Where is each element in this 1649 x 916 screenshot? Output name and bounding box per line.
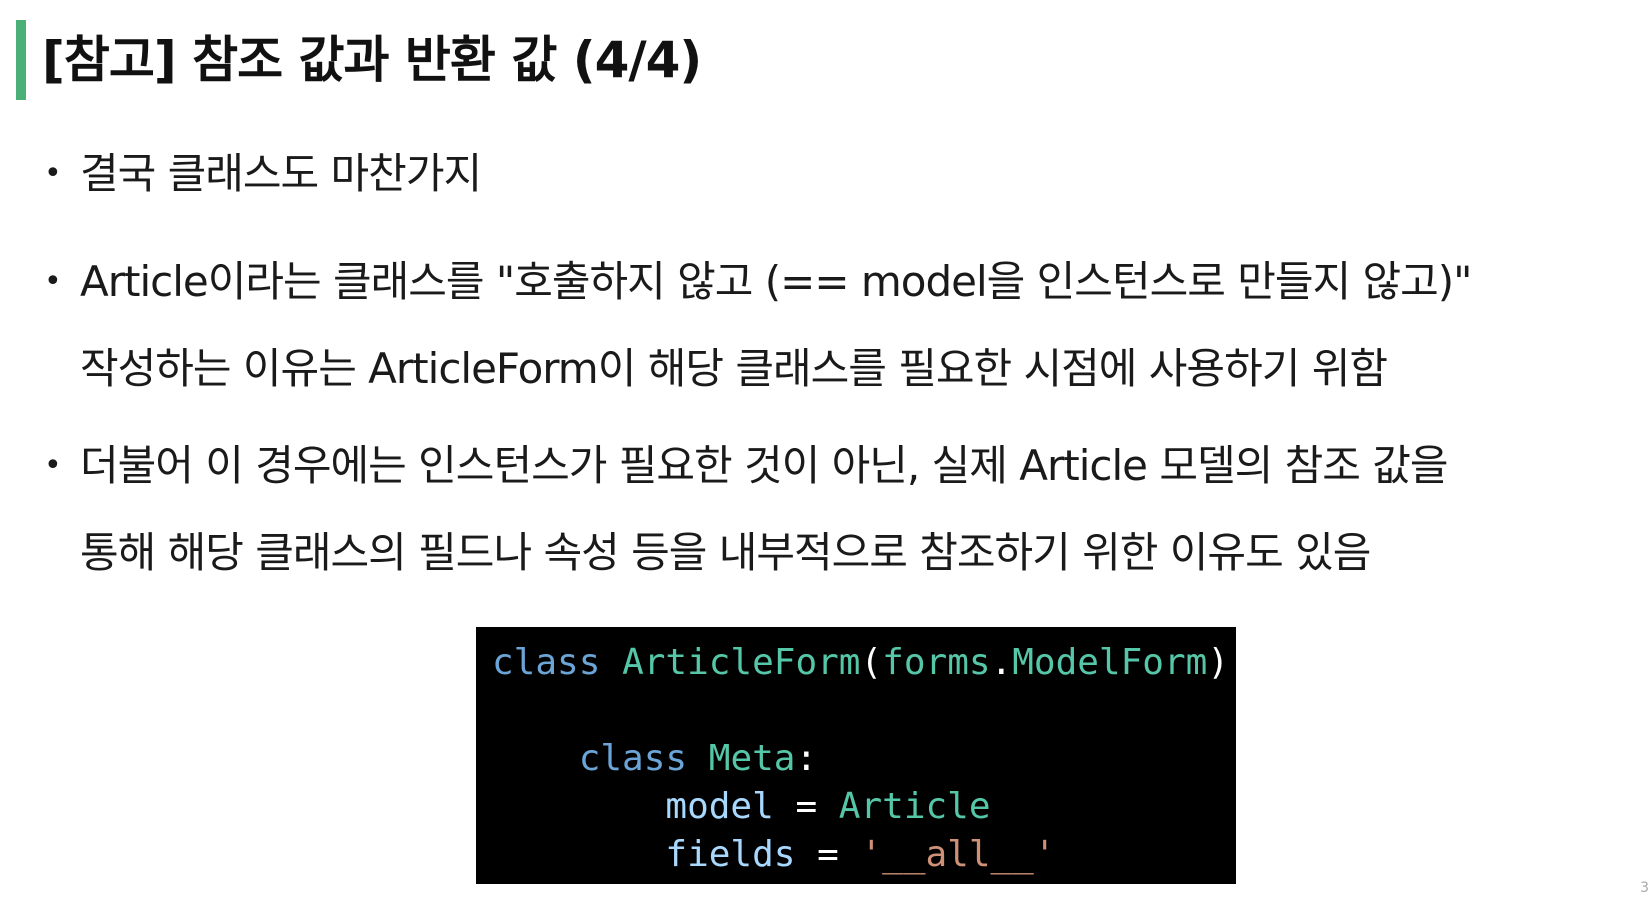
bullet-dot-icon: •: [44, 264, 62, 299]
code-value: Article: [838, 786, 991, 827]
bullet-text: Article이라는 클래스를 "호출하지 않고 (== model을 인스턴스…: [80, 257, 1472, 306]
code-line: class ArticleForm(forms.ModelForm):: [492, 639, 1251, 687]
code-operator: =: [773, 786, 839, 827]
code-keyword: class: [578, 738, 688, 779]
bullet-text: 결국 클래스도 마찬가지: [80, 149, 482, 198]
code-keyword: class: [492, 642, 601, 683]
slide-title: [참고] 참조 값과 반환 값 (4/4): [42, 31, 702, 89]
code-punct: .: [990, 642, 1013, 683]
title-accent-bar: [16, 20, 26, 100]
code-module: forms: [882, 642, 991, 683]
code-class-name: ArticleForm: [622, 642, 861, 683]
code-variable: fields: [665, 834, 796, 875]
bullet-list: • 결국 클래스도 마찬가지 • Article이라는 클래스를 "호출하지 않…: [40, 130, 1640, 596]
code-punct: ):: [1207, 642, 1251, 683]
page-number: 3: [1640, 880, 1649, 896]
code-operator: =: [795, 834, 861, 875]
bullet-dot-icon: •: [44, 156, 62, 191]
bullet-text: 통해 해당 클래스의 필드나 속성 등을 내부적으로 참조하기 위한 이유도 있…: [80, 528, 1371, 577]
code-string: '__all__': [860, 834, 1056, 875]
code-punct: (: [860, 642, 883, 683]
bullet-dot-icon: •: [44, 448, 62, 483]
code-variable: model: [665, 786, 774, 827]
code-block: class ArticleForm(forms.ModelForm): clas…: [476, 627, 1251, 884]
code-line: fields = '__all__': [492, 831, 1236, 879]
bullet-text: 더불어 이 경우에는 인스턴스가 필요한 것이 아닌, 실제 Article 모…: [80, 441, 1449, 490]
bullet-item: • 더불어 이 경우에는 인스턴스가 필요한 것이 아닌, 실제 Article…: [40, 422, 1640, 596]
code-class-name: Meta: [708, 738, 796, 779]
bullet-item: • Article이라는 클래스를 "호출하지 않고 (== model을 인스…: [40, 238, 1640, 412]
code-punct: :: [795, 738, 818, 779]
bullet-item: • 결국 클래스도 마찬가지: [40, 130, 1640, 217]
code-line: class Meta:: [492, 735, 1236, 783]
code-line: model = Article: [492, 783, 1236, 831]
code-base-class: ModelForm: [1012, 642, 1208, 683]
bullet-text: 작성하는 이유는 ArticleForm이 해당 클래스를 필요한 시점에 사용…: [80, 344, 1388, 393]
